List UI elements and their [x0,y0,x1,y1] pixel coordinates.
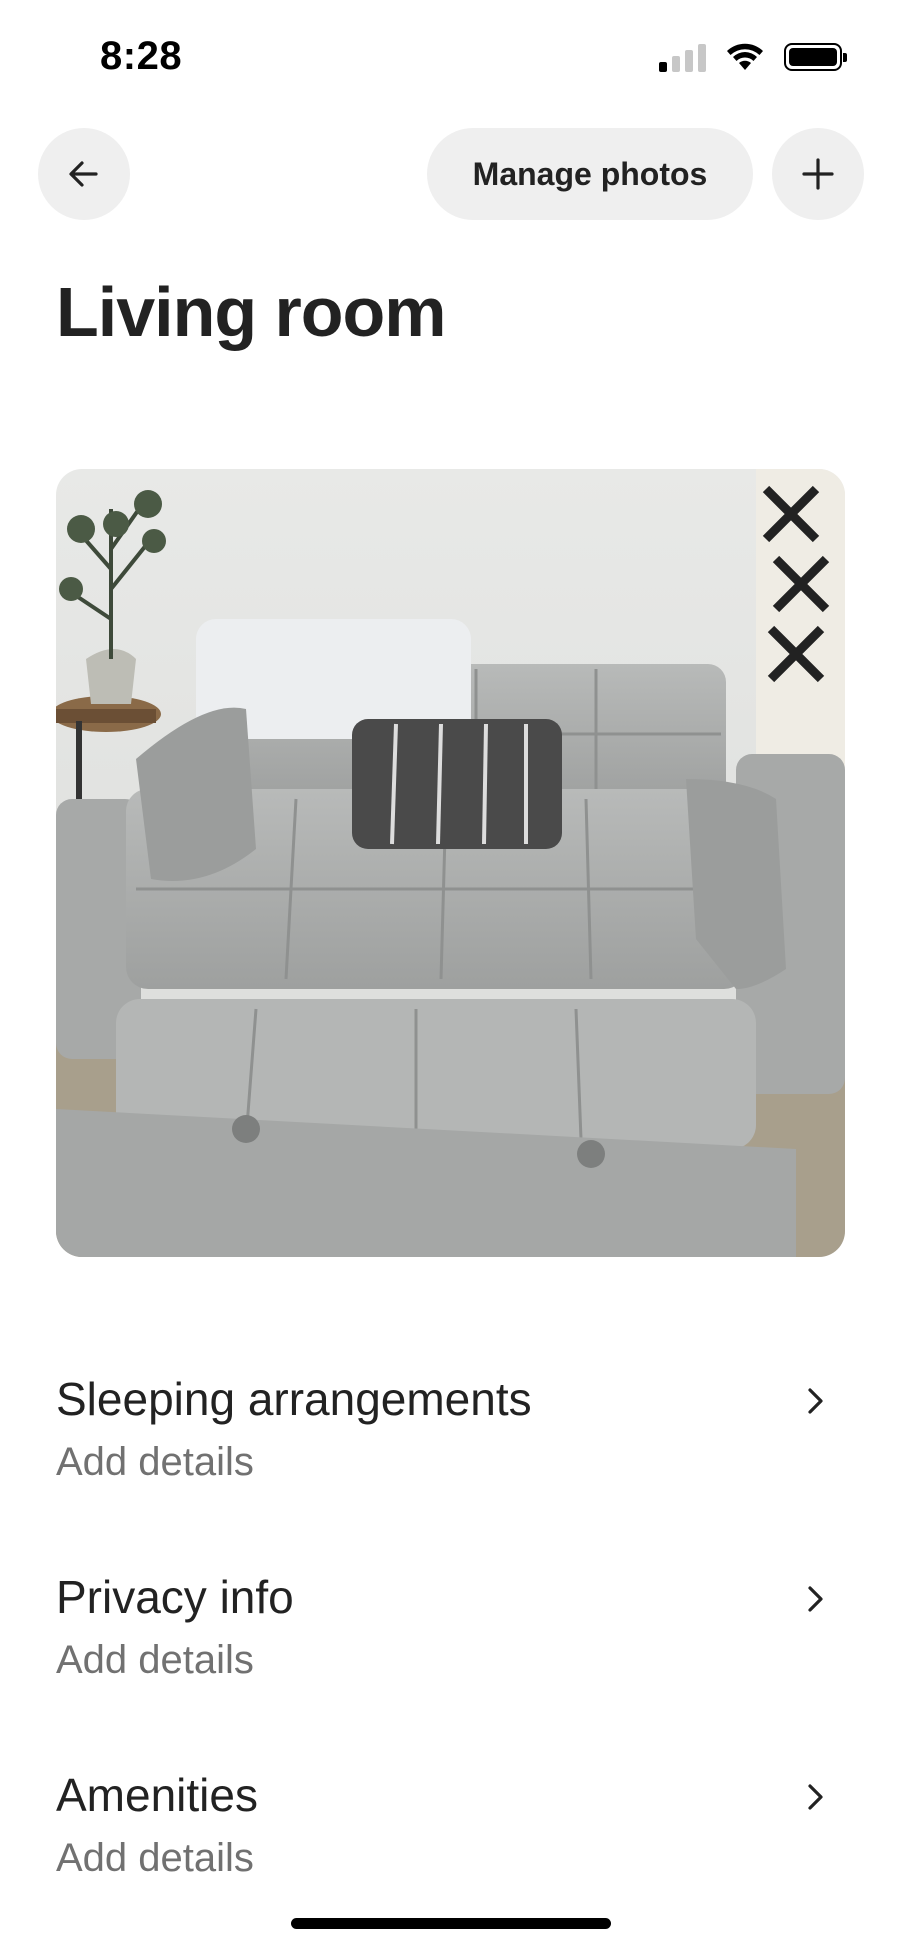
manage-photos-button[interactable]: Manage photos [427,128,753,220]
add-button[interactable] [772,128,864,220]
row-subtitle: Add details [56,1836,254,1880]
row-subtitle: Add details [56,1440,254,1484]
amenities-row[interactable]: Amenities Add details [56,1768,845,1898]
arrow-left-icon [69,161,98,187]
sleeping-arrangements-row[interactable]: Sleeping arrangements Add details [56,1372,845,1502]
battery-icon [784,43,847,71]
row-title: Privacy info [56,1571,294,1623]
status-time: 8:28 [100,34,183,78]
room-photo-image [56,469,845,1257]
room-photo[interactable] [56,469,845,1257]
row-subtitle: Add details [56,1638,254,1682]
plus-icon [802,158,834,190]
status-icons [659,42,847,72]
row-title: Amenities [56,1769,258,1821]
cellular-signal-icon [659,42,706,72]
page-title: Living room [56,273,447,351]
back-button[interactable] [38,128,130,220]
chevron-right-icon [808,1586,823,1612]
wifi-icon [727,43,763,70]
home-indicator[interactable] [291,1918,611,1929]
chevron-right-icon [808,1388,823,1414]
privacy-info-row[interactable]: Privacy info Add details [56,1570,845,1700]
chevron-right-icon [808,1784,823,1810]
status-bar: 8:28 [0,0,900,110]
row-title: Sleeping arrangements [56,1373,532,1425]
